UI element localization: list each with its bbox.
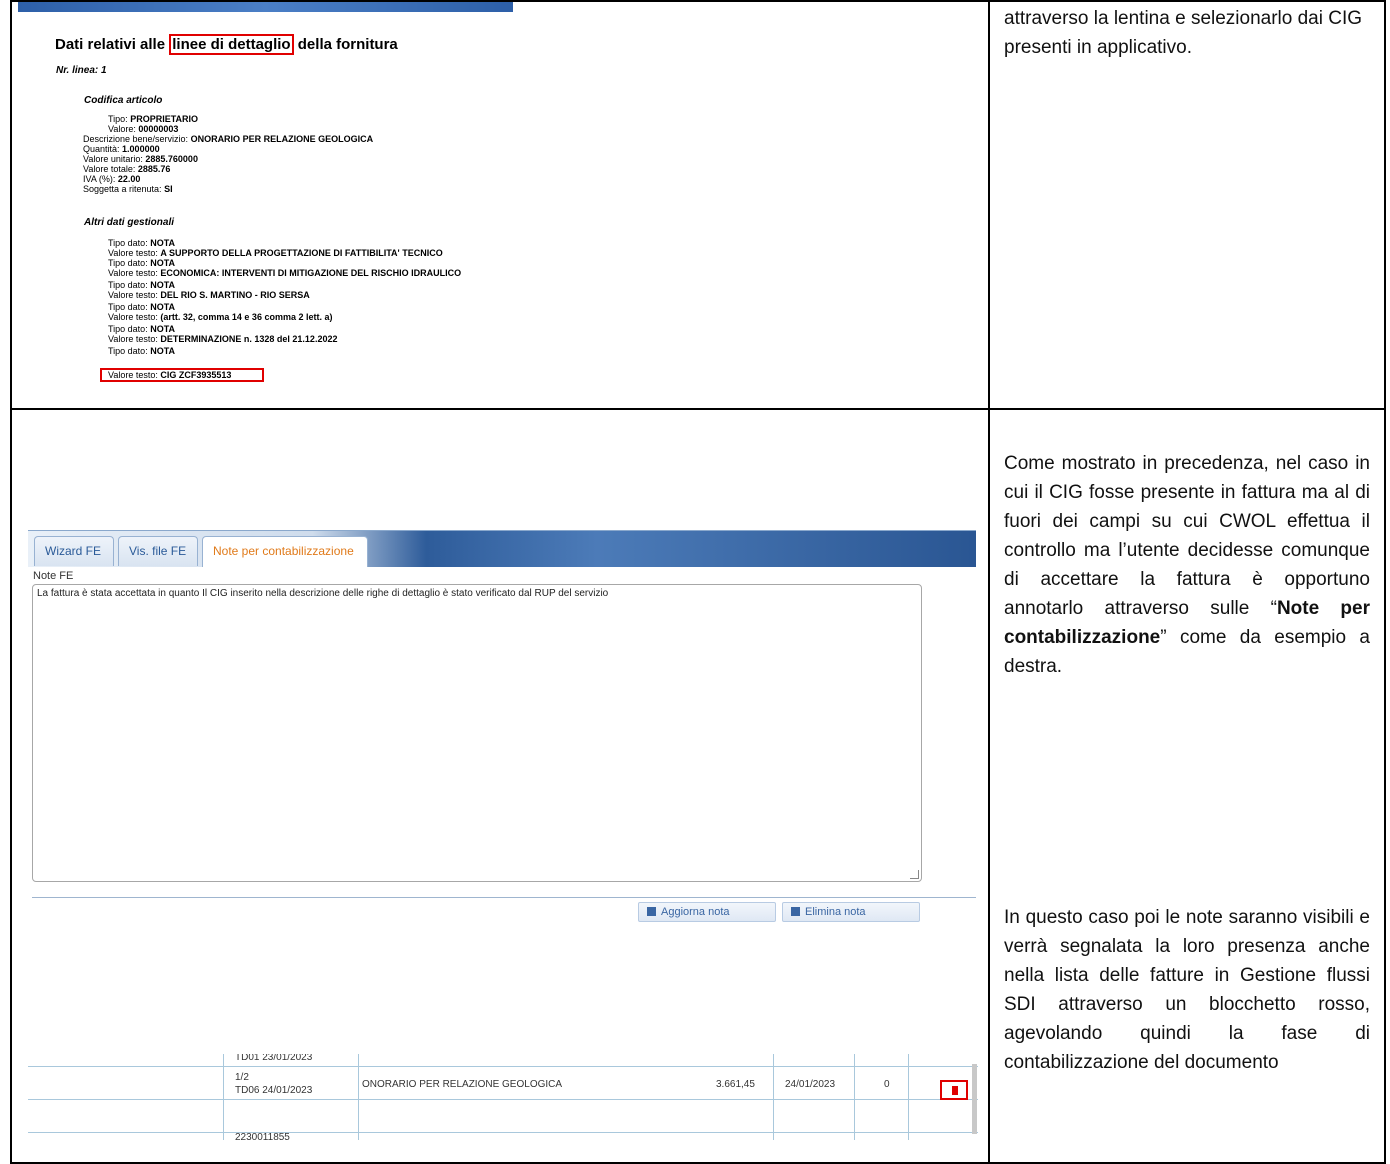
date-cell: 24/01/2023: [785, 1079, 836, 1090]
save-icon: [647, 907, 656, 916]
title-after: della fornitura: [297, 36, 398, 53]
separator: [32, 897, 976, 898]
tab-note-contabilizzazione[interactable]: Note per contabilizzazione: [202, 536, 368, 567]
title-highlight: linee di dettaglio: [169, 34, 294, 55]
header-bar: [18, 2, 513, 12]
section-codifica: Codifica articolo: [84, 95, 163, 106]
save-icon: [791, 907, 800, 916]
gestionale-row: Tipo dato: NOTA: [108, 302, 176, 312]
gestionale-row: Valore testo: (artt. 32, comma 14 e 36 c…: [108, 312, 333, 322]
right-mid-text: Come mostrato in precedenza, nel caso in…: [1004, 453, 1370, 677]
detail-row: Valore unitario: 2885.760000: [83, 154, 198, 164]
col-line: [223, 1054, 224, 1140]
gestionale-row: Tipo dato: NOTA: [108, 346, 176, 356]
resize-handle[interactable]: [910, 870, 919, 879]
tab-wizard-fe[interactable]: Wizard FE: [34, 536, 114, 566]
detail-lines-screenshot: Dati relativi alle linee di dettaglio de…: [18, 2, 513, 392]
detail-row: IVA (%): 22.00: [83, 174, 141, 184]
row-divider: [10, 408, 1386, 410]
detail-title: Dati relativi alle linee di dettaglio de…: [55, 34, 398, 55]
detail-row: Valore: 00000003: [108, 124, 179, 134]
detail-row: Soggetta a ritenuta: SI: [83, 184, 173, 194]
update-note-button[interactable]: Aggiorna nota: [638, 902, 776, 922]
row-line: [28, 1132, 978, 1133]
section-altri: Altri dati gestionali: [84, 217, 175, 228]
gestionale-row: Tipo dato: NOTA: [108, 280, 176, 290]
note-textarea[interactable]: La fattura è stata accettata in quanto I…: [32, 584, 922, 882]
gestionale-row: Valore testo: DEL RIO S. MARTINO - RIO S…: [108, 290, 310, 300]
next-row-cell: 2230011855: [235, 1132, 290, 1140]
column-divider: [988, 0, 990, 1164]
col-line: [358, 1054, 359, 1140]
description-cell: ONORARIO PER RELAZIONE GEOLOGICA: [362, 1079, 563, 1090]
invoice-list-screenshot: TD01 23/01/2023 1/2 TD06 24/01/2023 ONOR…: [28, 1054, 978, 1140]
gestionale-row: Tipo dato: NOTA: [108, 258, 176, 268]
gestionale-row: Tipo dato: NOTA: [108, 324, 176, 334]
detail-row: Tipo: PROPRIETARIO: [108, 114, 199, 124]
red-block-icon: [952, 1086, 958, 1095]
note-text: La fattura è stata accettata in quanto I…: [37, 588, 609, 599]
detail-row: Valore totale: 2885.76: [83, 164, 171, 174]
count-cell: 0: [884, 1079, 890, 1090]
col-line: [908, 1054, 909, 1140]
gestionale-row: Tipo dato: NOTA: [108, 238, 176, 248]
scrollbar[interactable]: [972, 1064, 977, 1134]
tab-vis-file-fe[interactable]: Vis. file FE: [118, 536, 198, 566]
line-number: Nr. linea: 1: [56, 65, 107, 76]
delete-note-button[interactable]: Elimina nota: [782, 902, 920, 922]
note-label: Note FE: [33, 570, 74, 582]
note-flag-icon[interactable]: [940, 1080, 968, 1100]
cig-highlight-box: [100, 368, 264, 382]
detail-row: Quantità: 1.000000: [83, 144, 160, 154]
row-num-cell: 1/2: [235, 1072, 249, 1083]
amount-cell: 3.661,45: [716, 1079, 755, 1090]
row-type-date-cell: TD06 24/01/2023: [235, 1085, 313, 1096]
prev-row-cell: TD01 23/01/2023: [235, 1054, 313, 1063]
right-bottom-text: In questo caso poi le note saranno visib…: [1004, 907, 1370, 1073]
detail-row: Descrizione bene/servizio: ONORARIO PER …: [83, 134, 374, 144]
title-before: Dati relativi alle: [55, 36, 166, 53]
notes-screenshot: Wizard FE Vis. file FE Note per contabil…: [28, 530, 976, 1000]
right-top-text: attraverso la lentina e selezionarlo dai…: [1004, 8, 1363, 58]
gestionale-row: Valore testo: A SUPPORTO DELLA PROGETTAZ…: [108, 248, 443, 258]
col-line: [854, 1054, 855, 1140]
row-line: [28, 1099, 978, 1100]
gestionale-row: Valore testo: DETERMINAZIONE n. 1328 del…: [108, 334, 338, 344]
col-line: [773, 1054, 774, 1140]
gestionale-row: Valore testo: ECONOMICA: INTERVENTI DI M…: [108, 268, 462, 278]
row-line: [28, 1066, 978, 1067]
